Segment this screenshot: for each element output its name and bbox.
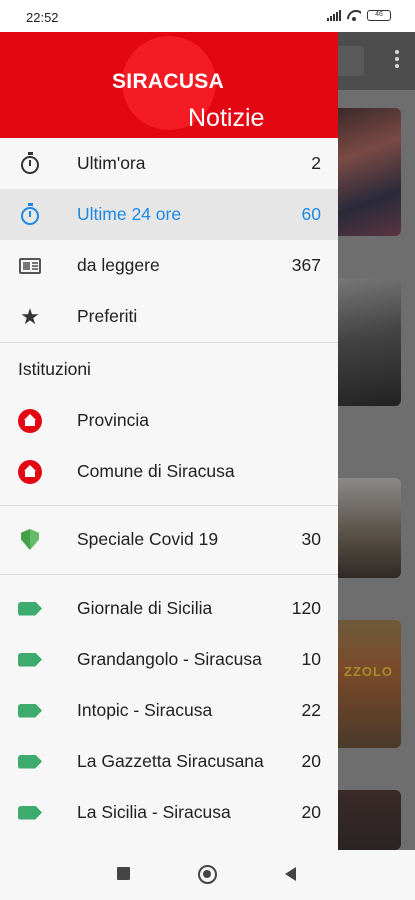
menu-item-label: da leggere	[77, 255, 160, 275]
menu-item-intopic[interactable]: Intopic - Siracusa 22	[0, 685, 338, 736]
stopwatch-icon	[18, 203, 42, 227]
brand-subtitle: Notizie	[188, 104, 265, 132]
section-title-istituzioni: Istituzioni	[18, 358, 91, 379]
menu-item-count: 2	[311, 153, 321, 173]
menu-item-label: Provincia	[77, 410, 149, 430]
menu-item-count: 20	[301, 751, 321, 771]
home-badge-icon	[18, 408, 42, 433]
menu-item-label: Intopic - Siracusa	[77, 700, 213, 720]
status-bar: 22:52 46	[0, 0, 415, 32]
divider	[0, 505, 338, 506]
drawer-menu: Ultim'ora 2 Ultime 24 ore 60 da leggere …	[0, 138, 338, 838]
menu-item-la-gazzetta-siracusana[interactable]: La Gazzetta Siracusana 20	[0, 736, 338, 787]
home-badge-icon	[18, 459, 42, 484]
menu-item-label: Ultime 24 ore	[77, 204, 182, 224]
overflow-menu-icon[interactable]	[395, 50, 399, 68]
menu-item-count: 22	[301, 700, 321, 720]
menu-item-count: 20	[301, 802, 321, 822]
stopwatch-icon	[18, 152, 42, 176]
menu-item-label: La Gazzetta Siracusana	[77, 751, 264, 771]
menu-item-preferiti[interactable]: ★ Preferiti	[0, 291, 338, 342]
menu-item-label: Speciale Covid 19	[77, 529, 219, 549]
back-button[interactable]	[285, 867, 296, 881]
menu-item-label: Giornale di Sicilia	[77, 598, 213, 618]
system-nav-bar	[0, 850, 415, 900]
status-icons: 46	[327, 10, 391, 21]
recents-button[interactable]	[117, 867, 130, 880]
menu-item-giornale-di-sicilia[interactable]: Giornale di Sicilia 120	[0, 583, 338, 634]
tag-icon	[18, 750, 42, 774]
tag-icon	[18, 699, 42, 723]
news-thumbnail[interactable]: ZZOLO	[338, 620, 401, 748]
menu-item-label: Comune di Siracusa	[77, 461, 235, 481]
menu-item-count: 367	[291, 255, 321, 275]
news-thumbnail[interactable]	[338, 478, 401, 578]
menu-item-count: 120	[291, 598, 321, 618]
navigation-drawer: SIRACUSA Notizie Ultim'ora 2 Ultime 24 o…	[0, 32, 338, 850]
menu-item-label: Preferiti	[77, 306, 138, 326]
menu-item-count: 10	[301, 649, 321, 669]
menu-item-da-leggere[interactable]: da leggere 367	[0, 240, 338, 291]
drawer-header: SIRACUSA Notizie	[0, 32, 338, 138]
background-app-bar	[338, 32, 415, 90]
battery-level: 46	[375, 11, 383, 18]
status-time: 22:52	[26, 10, 59, 25]
menu-item-label: La Sicilia - Siracusa	[77, 802, 231, 822]
menu-item-ultimora[interactable]: Ultim'ora 2	[0, 138, 338, 189]
menu-item-speciale-covid[interactable]: Speciale Covid 19 30	[0, 514, 338, 565]
battery-icon: 46	[367, 10, 391, 21]
tag-icon	[18, 597, 42, 621]
menu-item-label: Ultim'ora	[77, 153, 146, 173]
menu-item-label: Grandangolo - Siracusa	[77, 649, 262, 669]
background-app[interactable]: ZZOLO	[338, 32, 415, 850]
divider	[0, 574, 338, 575]
brand-title: SIRACUSA	[112, 70, 225, 93]
menu-item-provincia[interactable]: Provincia	[0, 395, 338, 446]
star-icon: ★	[20, 303, 40, 329]
menu-item-comune-di-siracusa[interactable]: Comune di Siracusa	[0, 446, 338, 497]
menu-item-grandangolo[interactable]: Grandangolo - Siracusa 10	[0, 634, 338, 685]
tag-icon	[18, 648, 42, 672]
menu-item-ultime-24-ore[interactable]: Ultime 24 ore 60	[0, 189, 338, 240]
wifi-icon	[347, 10, 361, 21]
menu-item-count: 60	[301, 204, 321, 224]
shield-icon	[18, 528, 42, 552]
tag-icon	[18, 801, 42, 825]
background-search-field[interactable]	[338, 46, 364, 76]
signal-icon	[327, 10, 341, 21]
thumbnail-text: ZZOLO	[344, 664, 394, 679]
menu-item-la-sicilia[interactable]: La Sicilia - Siracusa 20	[0, 787, 338, 838]
news-thumbnail[interactable]	[338, 108, 401, 236]
menu-item-count: 30	[301, 529, 321, 549]
news-thumbnail[interactable]	[338, 790, 401, 850]
home-button[interactable]	[198, 865, 217, 884]
news-thumbnail[interactable]	[338, 278, 401, 406]
reader-icon	[18, 254, 42, 278]
